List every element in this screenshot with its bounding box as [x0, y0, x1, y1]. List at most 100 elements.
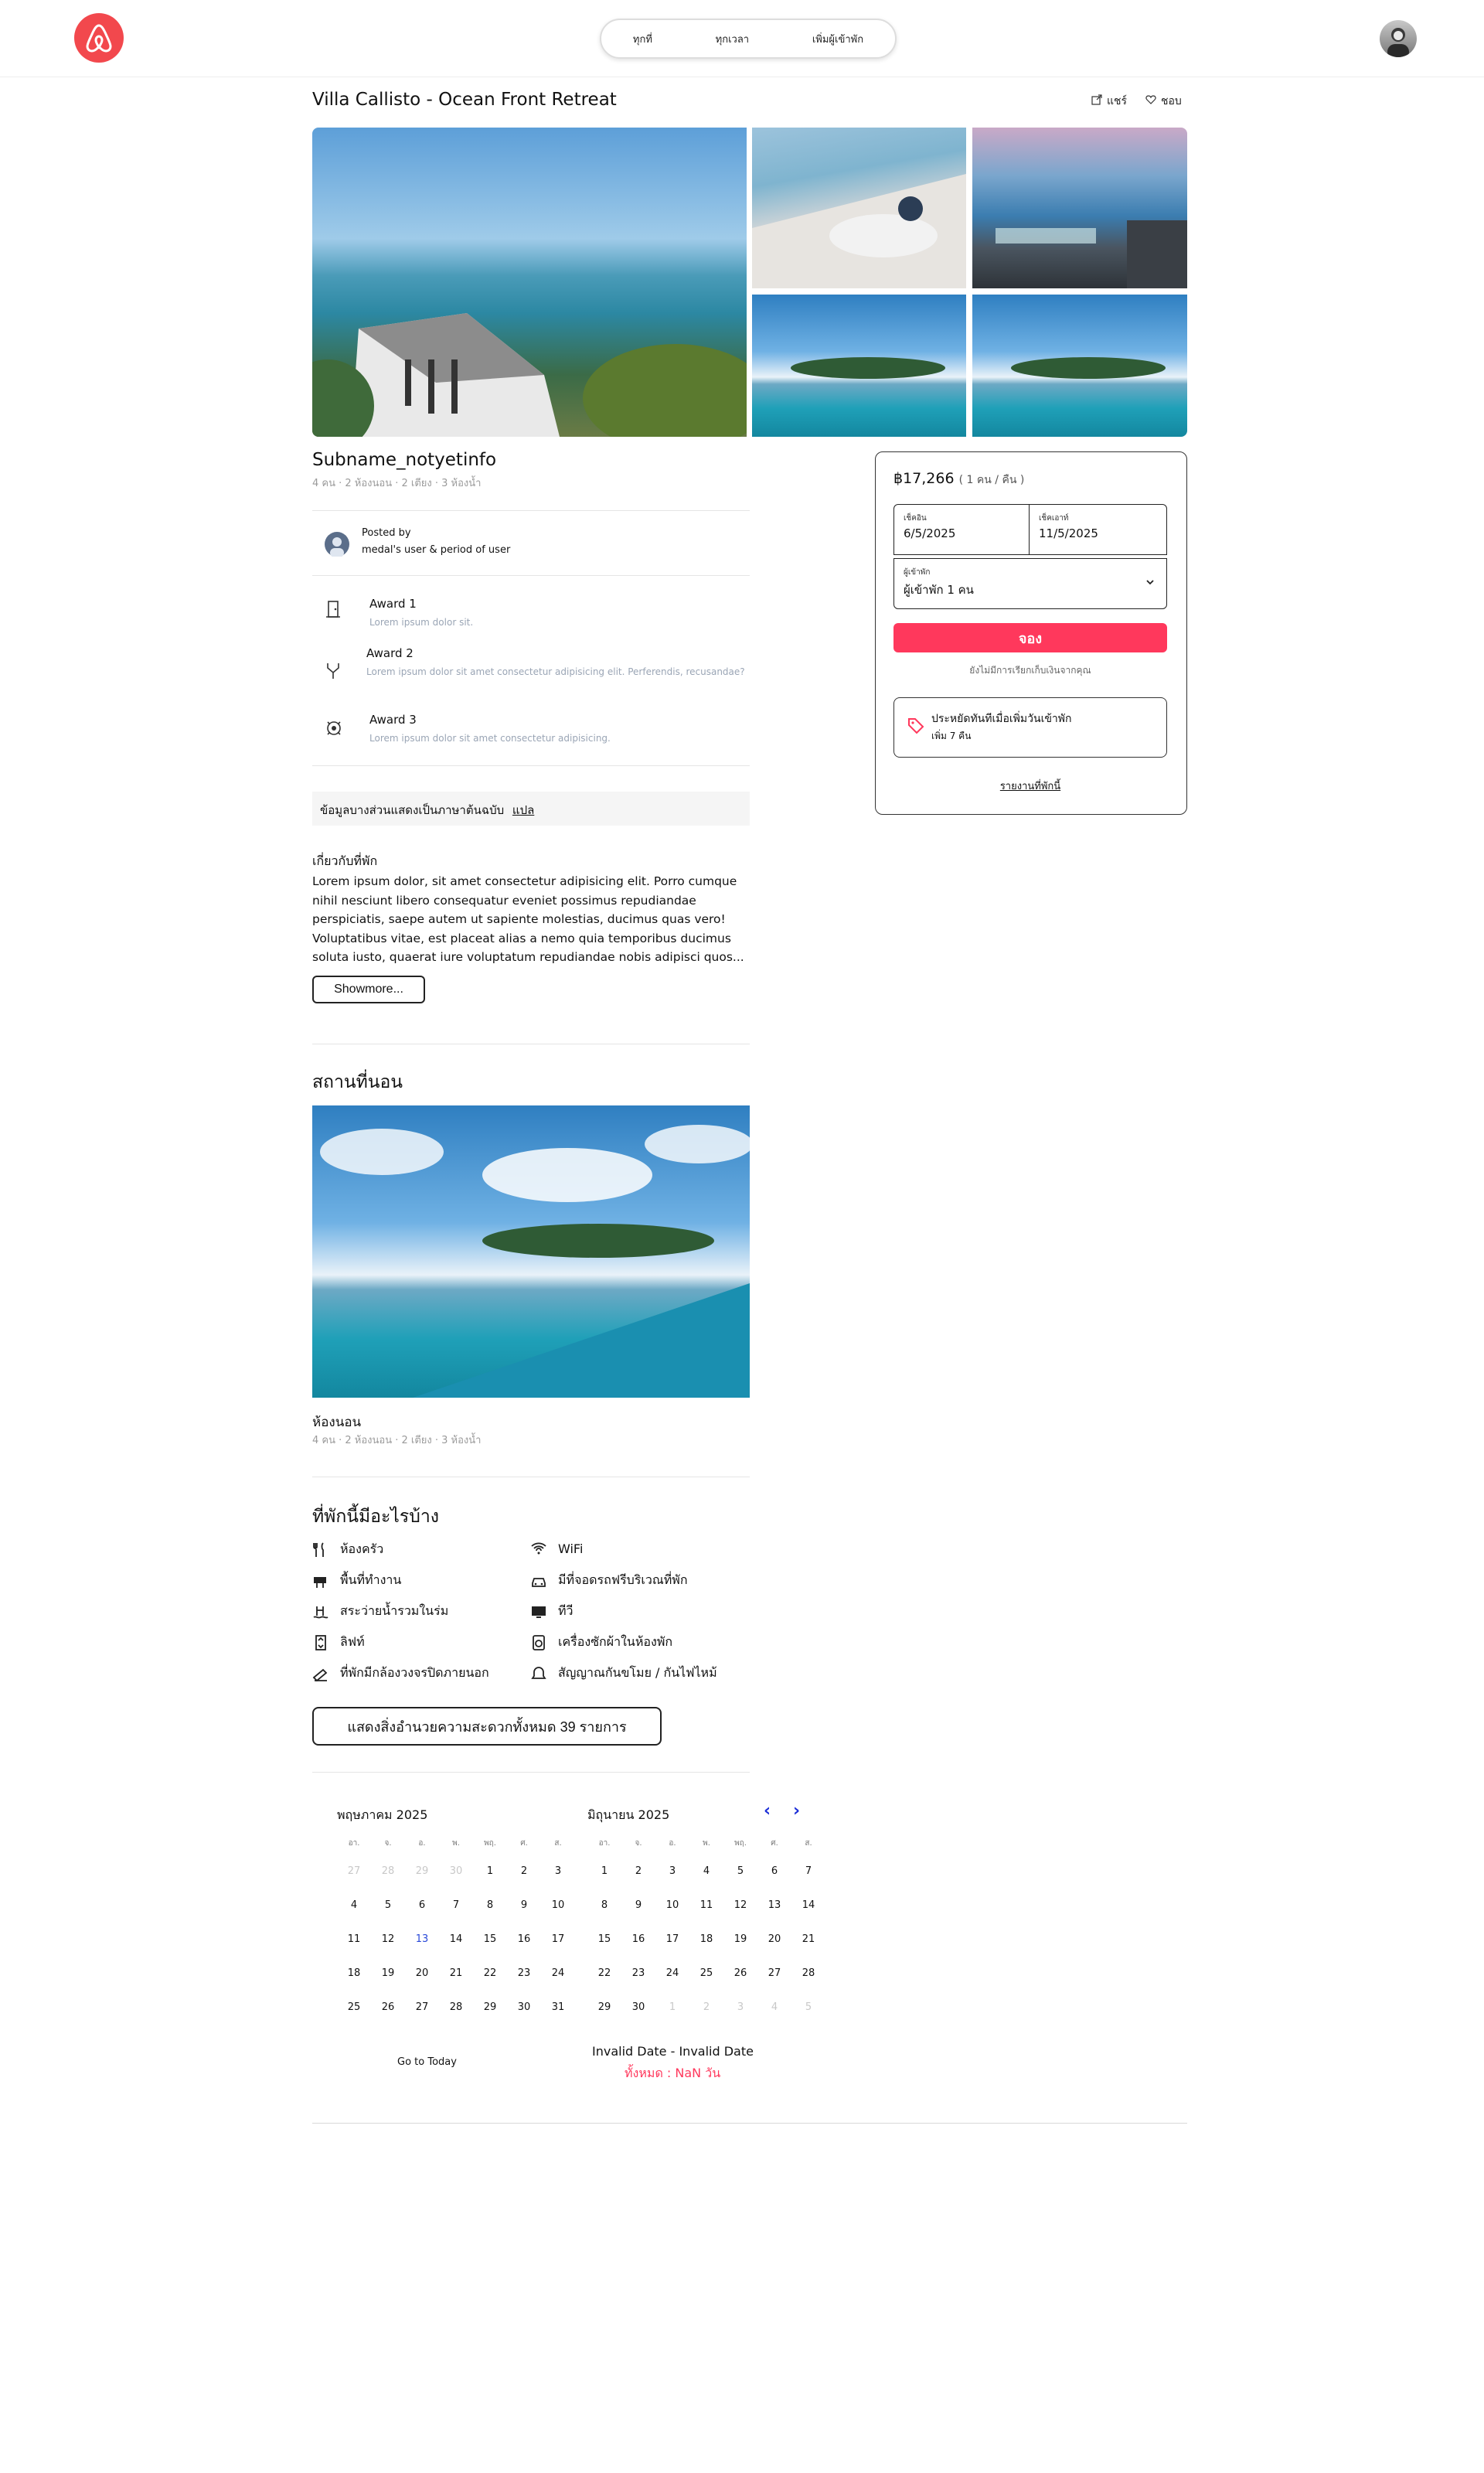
calendar-day[interactable]: 16	[507, 1922, 541, 1956]
calendar-day[interactable]: 18	[689, 1922, 723, 1956]
calendar-day[interactable]: 30	[621, 1990, 655, 2024]
like-button[interactable]: ชอบ	[1145, 93, 1182, 110]
calendar-day[interactable]: 21	[439, 1956, 473, 1990]
calendar-day[interactable]: 3	[723, 1990, 757, 2024]
calendar-day[interactable]: 5	[791, 1990, 825, 2024]
calendar-day[interactable]: 23	[621, 1956, 655, 1990]
calendar-day[interactable]: 1	[655, 1990, 689, 2024]
calendar-day[interactable]: 17	[541, 1922, 575, 1956]
bedroom-summary: 4 คน · 2 ห้องนอน · 2 เตียง · 3 ห้องน้ำ	[312, 1435, 482, 1446]
calendar-day[interactable]: 19	[723, 1922, 757, 1956]
calendar-day[interactable]: 4	[757, 1990, 791, 2024]
calendar-day[interactable]: 4	[337, 1888, 371, 1922]
amenity-item: มีที่จอดรถฟรีบริเวณที่พัก	[530, 1571, 688, 1590]
search-anytime[interactable]: ทุกเวลา	[716, 31, 749, 47]
calendar-day[interactable]: 17	[655, 1922, 689, 1956]
gallery-photo-5[interactable]	[972, 295, 1187, 437]
calendar-day[interactable]: 26	[371, 1990, 405, 2024]
calendar-day[interactable]: 1	[587, 1854, 621, 1888]
calendar-day[interactable]: 27	[337, 1854, 371, 1888]
calendar-day[interactable]: 24	[655, 1956, 689, 1990]
calendar-day[interactable]: 11	[337, 1922, 371, 1956]
share-button[interactable]: แชร์	[1091, 93, 1127, 110]
calendar-day[interactable]: 14	[791, 1888, 825, 1922]
calendar-day[interactable]: 26	[723, 1956, 757, 1990]
gallery-photo-3[interactable]	[972, 128, 1187, 288]
calendar-day[interactable]: 3	[541, 1854, 575, 1888]
calendar-day[interactable]: 29	[587, 1990, 621, 2024]
calendar-day[interactable]: 25	[689, 1956, 723, 1990]
calendar-day[interactable]: 20	[405, 1956, 439, 1990]
translate-link[interactable]: แปล	[512, 803, 534, 817]
car-icon	[530, 1572, 547, 1589]
calendar-day[interactable]: 6	[757, 1854, 791, 1888]
user-avatar[interactable]	[1380, 20, 1417, 57]
calendar-day[interactable]: 30	[439, 1854, 473, 1888]
prev-month-button[interactable]: ‹	[764, 1801, 771, 1821]
calendar-day[interactable]: 22	[587, 1956, 621, 1990]
calendar-day[interactable]: 8	[587, 1888, 621, 1922]
calendar-day[interactable]: 9	[621, 1888, 655, 1922]
show-more-button[interactable]: Showmore...	[312, 976, 425, 1003]
calendar-day[interactable]: 20	[757, 1922, 791, 1956]
calendar-day[interactable]: 5	[723, 1854, 757, 1888]
calendar-day[interactable]: 16	[621, 1922, 655, 1956]
calendar-day[interactable]: 28	[439, 1990, 473, 2024]
calendar-day[interactable]: 28	[371, 1854, 405, 1888]
calendar-day[interactable]: 30	[507, 1990, 541, 2024]
go-to-today-button[interactable]: Go to Today	[397, 2056, 457, 2068]
calendar-day[interactable]: 15	[587, 1922, 621, 1956]
gallery-photo-main[interactable]	[312, 128, 747, 437]
show-all-amenities-button[interactable]: แสดงสิ่งอำนวยความสะดวกทั้งหมด 39 รายการ	[312, 1707, 662, 1746]
calendar-day[interactable]: 19	[371, 1956, 405, 1990]
calendar-day[interactable]: 13	[757, 1888, 791, 1922]
calendar-day[interactable]: 5	[371, 1888, 405, 1922]
calendar-day[interactable]: 4	[689, 1854, 723, 1888]
bedroom-photo[interactable]	[312, 1105, 750, 1398]
calendar-day[interactable]: 15	[473, 1922, 507, 1956]
report-listing-link[interactable]: รายงานที่พักนี้	[893, 778, 1167, 794]
calendar-day[interactable]: 12	[371, 1922, 405, 1956]
calendar-day[interactable]: 18	[337, 1956, 371, 1990]
calendar-day[interactable]: 22	[473, 1956, 507, 1990]
search-anywhere[interactable]: ทุกที่	[633, 31, 652, 47]
calendar-day[interactable]: 25	[337, 1990, 371, 2024]
calendar-day[interactable]: 6	[405, 1888, 439, 1922]
gallery-photo-2[interactable]	[752, 128, 966, 288]
airbnb-logo[interactable]	[74, 13, 124, 63]
calendar-day[interactable]: 3	[655, 1854, 689, 1888]
calendar-day[interactable]: 7	[439, 1888, 473, 1922]
calendar-day[interactable]: 12	[723, 1888, 757, 1922]
calendar-day[interactable]: 31	[541, 1990, 575, 2024]
calendar-day[interactable]: 11	[689, 1888, 723, 1922]
calendar-day[interactable]: 2	[689, 1990, 723, 2024]
calendar-day[interactable]: 13	[405, 1922, 439, 1956]
calendar-day[interactable]: 2	[621, 1854, 655, 1888]
calendar-day[interactable]: 2	[507, 1854, 541, 1888]
calendar-day[interactable]: 7	[791, 1854, 825, 1888]
translate-notice-text: ข้อมูลบางส่วนแสดงเป็นภาษาต้นฉบับ	[320, 803, 505, 817]
guests-select[interactable]: ผู้เข้าพัก ผู้เข้าพัก 1 คน	[893, 558, 1167, 609]
calendar-day[interactable]: 27	[405, 1990, 439, 2024]
calendar-day[interactable]: 10	[541, 1888, 575, 1922]
calendar-day[interactable]: 27	[757, 1956, 791, 1990]
calendar-day[interactable]: 8	[473, 1888, 507, 1922]
search-bar[interactable]: ทุกที่ ทุกเวลา เพิ่มผู้เข้าพัก	[600, 19, 897, 59]
calendar-day[interactable]: 23	[507, 1956, 541, 1990]
calendar-day[interactable]: 21	[791, 1922, 825, 1956]
search-add-guests[interactable]: เพิ่มผู้เข้าพัก	[812, 31, 863, 47]
elevator-icon	[312, 1634, 329, 1651]
calendar-day[interactable]: 9	[507, 1888, 541, 1922]
checkout-field[interactable]: เช็คเอาท์ 11/5/2025	[1029, 504, 1167, 555]
calendar-day[interactable]: 24	[541, 1956, 575, 1990]
calendar-day[interactable]: 14	[439, 1922, 473, 1956]
next-month-button[interactable]: ›	[793, 1801, 800, 1821]
book-button[interactable]: จอง	[893, 623, 1167, 652]
calendar-day[interactable]: 10	[655, 1888, 689, 1922]
checkin-field[interactable]: เช็คอิน 6/5/2025	[893, 504, 1030, 555]
calendar-day[interactable]: 29	[473, 1990, 507, 2024]
calendar-day[interactable]: 29	[405, 1854, 439, 1888]
gallery-photo-4[interactable]	[752, 295, 966, 437]
calendar-day[interactable]: 28	[791, 1956, 825, 1990]
calendar-day[interactable]: 1	[473, 1854, 507, 1888]
